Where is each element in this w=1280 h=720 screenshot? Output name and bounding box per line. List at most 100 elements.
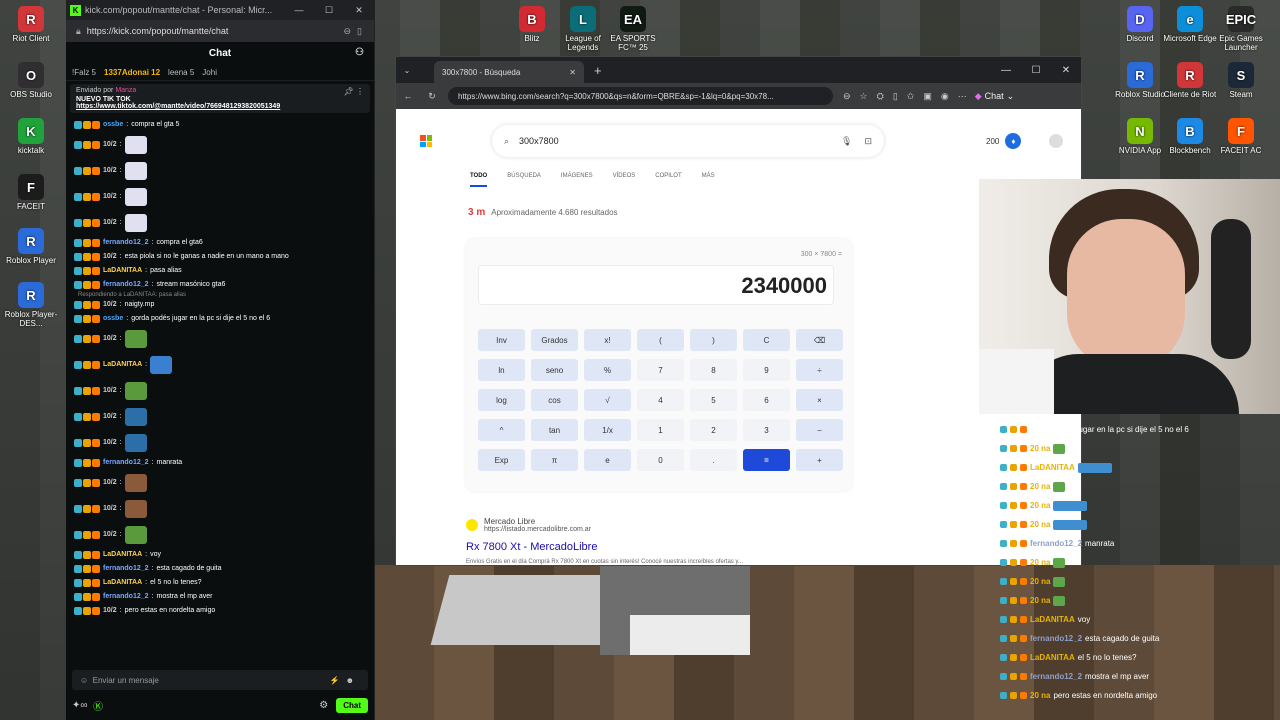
emoji-icon[interactable]: ☻ [346,676,360,685]
desktop-icon-kicktalk[interactable]: Kkicktalk [0,118,62,155]
calculator-key[interactable]: − [796,419,843,441]
desktop-icon-obs-studio[interactable]: O OBS Studio [0,62,62,99]
maximize-icon[interactable]: ☐ [314,5,344,16]
desktop-icon-steam[interactable]: S Steam [1210,62,1272,99]
desktop-icon-faceit-ac[interactable]: F FACEIT AC [1210,118,1272,155]
calculator-key[interactable]: ⌫ [796,329,843,351]
chat-username[interactable]: 10/2 [103,504,117,514]
smile-icon[interactable]: ☺ [80,676,88,685]
calculator-key[interactable]: 5 [690,389,737,411]
chat-username[interactable]: fernando12_2 [103,458,149,468]
avatar[interactable] [1049,134,1064,148]
chat-username[interactable]: 10/2 [103,386,117,396]
mic-icon[interactable]: 🎙︎ [841,136,852,147]
pin-icon[interactable]: 📌︎ ⋮ [344,87,364,96]
result-title-link[interactable]: Rx 7800 Xt - MercadoLibre [466,541,743,553]
calculator-key[interactable]: = [743,449,790,471]
back-icon[interactable]: ← [396,91,420,101]
collections-icon[interactable]: ▣ [923,91,932,102]
chat-send-button[interactable]: Chat [336,697,368,713]
desktop-icon-faceit[interactable]: F FACEIT [0,174,62,211]
chat-username[interactable]: 10/2 [103,334,117,344]
split-icon[interactable]: ▯ [893,91,898,102]
minimize-icon[interactable]: — [991,65,1021,76]
calculator-key[interactable]: seno [531,359,578,381]
gear-icon[interactable]: ⚙ [319,700,328,711]
favorite-star-icon[interactable]: ☆ [860,91,868,102]
new-tab-icon[interactable]: + [594,63,602,78]
calculator-key[interactable]: ln [478,359,525,381]
calculator-key[interactable]: e [584,449,631,471]
chat-username[interactable]: 10/2 [103,530,117,540]
chat-username[interactable]: fernando12_2 [103,592,149,602]
search-tab-0[interactable]: TODO [470,173,488,187]
calculator-key[interactable]: + [796,449,843,471]
calculator-key[interactable]: 1/x [584,419,631,441]
calculator-key[interactable]: C [743,329,790,351]
calculator-key[interactable]: ( [637,329,684,351]
close-tab-icon[interactable]: ✕ [569,68,576,77]
chat-username[interactable]: 10/2 [103,412,117,422]
calculator-key[interactable]: 0 [637,449,684,471]
search-tab-5[interactable]: MÁS [702,173,715,187]
calculator-key[interactable]: 6 [743,389,790,411]
calculator-key[interactable]: 2 [690,419,737,441]
rewards-medal-icon[interactable]: ♦ [1005,133,1022,149]
result-site-url[interactable]: https://listado.mercadolibre.com.ar [484,526,591,533]
refresh-icon[interactable]: ↻ [420,91,444,102]
chat-username[interactable]: ossbe [103,314,123,324]
extensions-icon[interactable]: ⛭ [877,91,884,102]
zoom-icon[interactable]: ⊖ [344,26,358,36]
chat-username[interactable]: 10/2 [103,192,117,202]
calculator-key[interactable]: Grados [531,329,578,351]
pinned-link[interactable]: https://www.tiktok.com/@mantte/video/766… [76,103,364,110]
calculator-key[interactable]: √ [584,389,631,411]
kick-k-icon[interactable]: Ⓚ [93,698,103,713]
rewards-points[interactable]: 200 [986,137,999,146]
chat-username[interactable]: LaDANITAA [103,266,142,276]
visual-search-icon[interactable]: ⊡ [864,136,872,147]
chat-username[interactable]: fernando12_2 [103,564,149,574]
profile-icon[interactable]: ◉ [941,91,949,102]
favorites-icon[interactable]: ✩ [907,91,915,102]
calculator-key[interactable]: % [584,359,631,381]
search-tab-4[interactable]: COPILOT [655,173,681,187]
search-tab-3[interactable]: VÍDEOS [613,173,636,187]
calculator-key[interactable]: ) [690,329,737,351]
chat-message-input[interactable]: ☺ Enviar un mensaje ⚡☻ [72,670,368,690]
close-icon[interactable]: ✕ [344,5,374,16]
chat-username[interactable]: 10/2 [103,166,117,176]
chat-username[interactable]: 10/2 [103,438,117,448]
close-icon[interactable]: ✕ [1051,65,1081,76]
desktop-icon-riot-client[interactable]: R Riot Client [0,6,62,43]
search-tab-1[interactable]: BÚSQUEDA [507,173,541,187]
calculator-key[interactable]: ÷ [796,359,843,381]
calculator-key[interactable]: Exp [478,449,525,471]
desktop-icon-roblox-player-des[interactable]: R Roblox Player-DES... [0,282,62,328]
calculator-key[interactable]: 8 [690,359,737,381]
sidebar-icon[interactable]: ▯ [357,26,368,36]
chat-username[interactable]: 10/2 [103,478,117,488]
search-box[interactable]: ⌕ 300x7800 🎙︎ ⊡ [492,125,884,157]
tab-actions-icon[interactable]: ⌄ [396,66,418,75]
maximize-icon[interactable]: ☐ [1021,65,1051,76]
chat-username[interactable]: LaDANITAA [103,360,142,370]
chat-username[interactable]: 10/2 [103,218,117,228]
desktop-icon-epic-games[interactable]: EPIC Epic Games Launcher [1210,6,1272,52]
emote-icon[interactable]: ⚡ [330,676,346,685]
calculator-key[interactable]: Inv [478,329,525,351]
chat-username[interactable]: 10/2 [103,140,117,150]
minimize-icon[interactable]: — [284,5,314,16]
calculator-key[interactable]: x! [584,329,631,351]
desktop-icon-roblox-player[interactable]: R Roblox Player [0,228,62,265]
zoom-icon[interactable]: ⊖ [843,91,851,102]
chat-username[interactable]: ossbe [103,120,123,130]
calculator-key[interactable]: × [796,389,843,411]
calculator-key[interactable]: cos [531,389,578,411]
edge-address-bar[interactable]: https://www.bing.com/search?q=300x7800&q… [448,87,833,105]
calculator-key[interactable]: . [690,449,737,471]
calculator-key[interactable]: 1 [637,419,684,441]
chat-username[interactable]: 10/2 [103,300,117,310]
chat-username[interactable]: fernando12_2 [103,280,149,290]
chat-username[interactable]: 10/2 [103,252,117,262]
